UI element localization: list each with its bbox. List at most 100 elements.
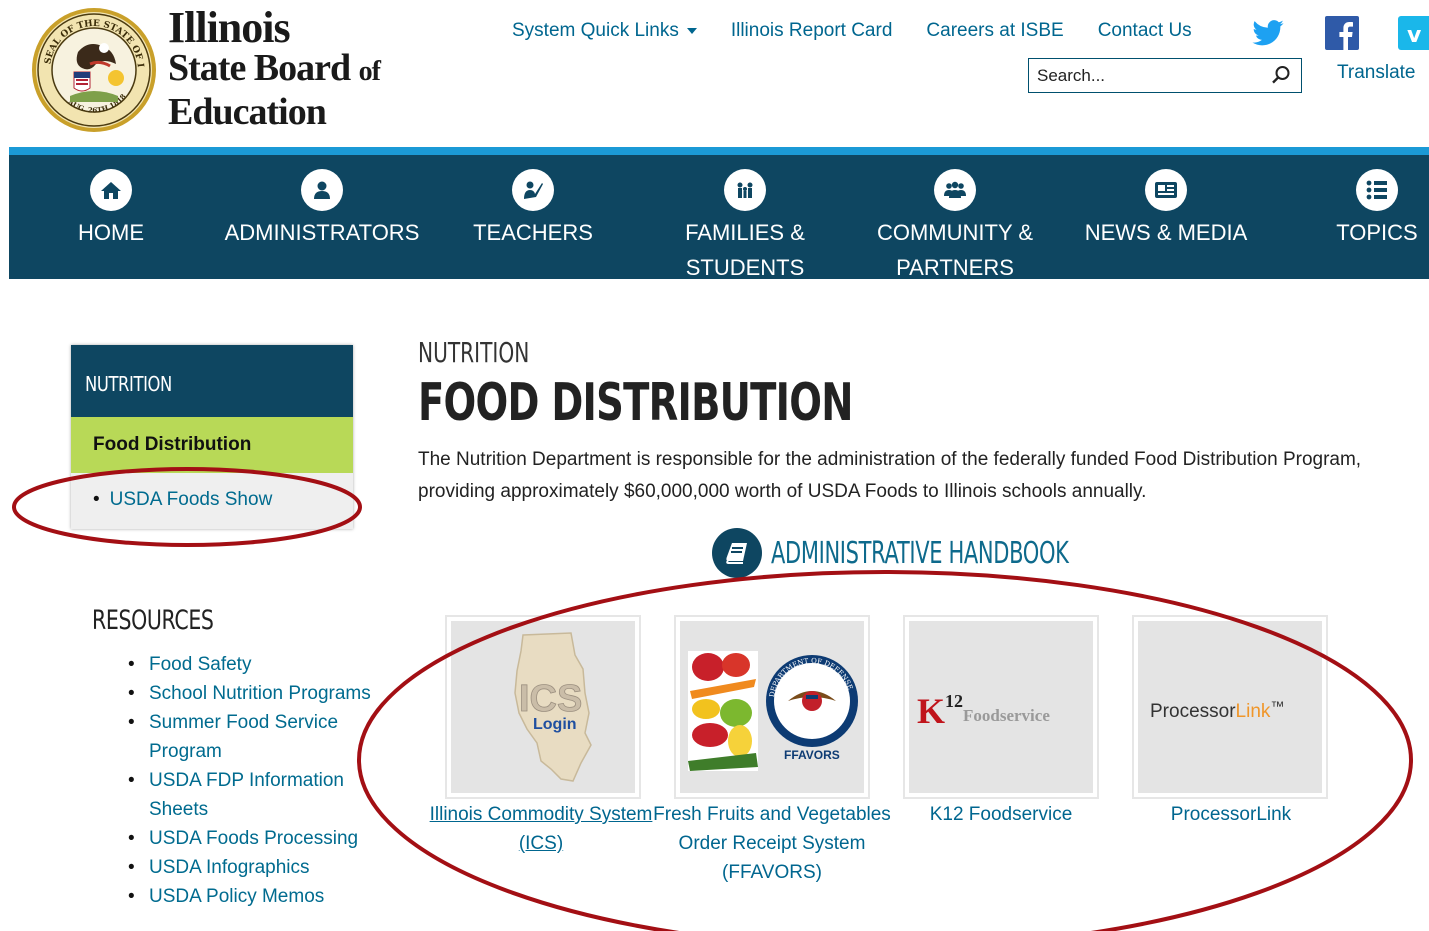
ics-logo-text: ICS: [519, 678, 582, 720]
svg-text:ProcessorLink™: ProcessorLink™: [1150, 698, 1284, 722]
k12-logo-12: 12: [945, 691, 963, 711]
k12-logo-image: K 12 Foodservice: [909, 621, 1093, 793]
system-quick-links-dropdown[interactable]: System Quick Links: [512, 20, 697, 42]
state-seal-logo[interactable]: SEAL OF THE STATE OF ILLINOIS AUG. 26TH …: [30, 6, 158, 134]
nav-accent-stripe: [9, 147, 1429, 155]
svg-text:v: v: [1407, 23, 1422, 48]
ics-login-image: ICS Login: [451, 621, 635, 793]
tile-processorlink[interactable]: ProcessorLink™: [1132, 615, 1328, 799]
newspaper-icon: [1145, 169, 1187, 211]
resources-heading: RESOURCES: [92, 605, 214, 636]
page-title: FOOD DISTRIBUTION: [418, 373, 853, 433]
book-icon: [712, 528, 762, 578]
resource-link-foods-processing[interactable]: USDA Foods Processing: [149, 828, 358, 849]
k12-logo-k: K: [917, 691, 945, 731]
search-box: [1028, 58, 1302, 93]
processorlink-logo-tm: ™: [1270, 698, 1284, 714]
sidebar-heading[interactable]: NUTRITION: [71, 345, 353, 417]
list-item: USDA Infographics: [128, 853, 378, 882]
nav-news-label: NEWS & MEDIA: [1084, 220, 1248, 245]
nav-families-label: FAMILIES &: [685, 220, 805, 245]
list-item: USDA FDP Information Sheets: [128, 766, 378, 824]
tile-caption-ics-label: Illinois Commodity System (ICS): [429, 804, 653, 854]
nav-partners-label: PARTNERS: [896, 255, 1014, 280]
tile-caption-k12[interactable]: K12 Foodservice: [881, 800, 1121, 829]
logo-line-illinois: Illinois: [168, 3, 291, 52]
caret-down-icon: [686, 27, 697, 34]
nav-community-partners[interactable]: COMMUNITY & PARTNERS: [871, 155, 1039, 285]
logo-state-board: State Board: [168, 47, 351, 89]
nav-administrators[interactable]: ADMINISTRATORS: [219, 155, 425, 250]
twitter-icon[interactable]: [1252, 20, 1284, 51]
tile-k12-foodservice[interactable]: K 12 Foodservice: [903, 615, 1099, 799]
logo-line-education: Education: [168, 91, 327, 133]
nav-topics-label: TOPICS: [1336, 220, 1418, 245]
tile-caption-ffavors[interactable]: Fresh Fruits and Vegetables Order Receip…: [652, 800, 892, 887]
careers-link[interactable]: Careers at ISBE: [926, 20, 1063, 42]
logo-line-state-board: State Board of: [168, 47, 381, 92]
nav-students-label: STUDENTS: [685, 255, 805, 280]
k12-logo-foodservice: Foodservice: [963, 706, 1050, 725]
site-logo-text[interactable]: Illinois State Board of Education: [168, 3, 381, 133]
utility-links: System Quick Links Illinois Report Card …: [512, 20, 1226, 42]
section-sidebar: NUTRITION Food Distribution • USDA Foods …: [71, 345, 353, 529]
facebook-icon[interactable]: [1325, 16, 1359, 55]
family-icon: [724, 169, 766, 211]
search-icon[interactable]: [1271, 65, 1291, 85]
sidebar-item-food-distribution[interactable]: Food Distribution: [71, 417, 353, 473]
system-quick-links-label: System Quick Links: [512, 20, 679, 41]
tile-ics[interactable]: ICS Login: [445, 615, 641, 799]
ffavors-logo-text: FFAVORS: [784, 748, 840, 762]
resource-link-food-safety[interactable]: Food Safety: [149, 654, 251, 675]
sidebar-heading-label: NUTRITION: [85, 372, 172, 396]
resource-link-summer-food[interactable]: Summer Food Service Program: [149, 712, 338, 762]
person-icon: [301, 169, 343, 211]
nav-topics[interactable]: TOPICS: [1329, 155, 1425, 250]
nav-teachers[interactable]: TEACHERS: [469, 155, 597, 250]
group-icon: [934, 169, 976, 211]
resources-list: Food Safety School Nutrition Programs Su…: [128, 650, 378, 911]
tile-ffavors[interactable]: DEPARTMENT OF DEFENSE FFAVORS: [674, 615, 870, 799]
logo-of: of: [358, 56, 381, 87]
tile-caption-processorlink[interactable]: ProcessorLink: [1111, 800, 1351, 829]
list-item: Summer Food Service Program: [128, 708, 378, 766]
sidebar-subitem-usda-foods-show: • USDA Foods Show: [71, 473, 353, 511]
bullet: •: [93, 489, 100, 510]
nav-news-media[interactable]: NEWS & MEDIA: [1081, 155, 1251, 250]
intro-paragraph: The Nutrition Department is responsible …: [418, 449, 1362, 502]
resource-link-infographics[interactable]: USDA Infographics: [149, 857, 310, 878]
section-label: NUTRITION: [418, 336, 530, 369]
list-item: USDA Policy Memos: [128, 882, 378, 911]
ics-login-text: Login: [533, 716, 577, 733]
usda-foods-show-link[interactable]: USDA Foods Show: [110, 489, 273, 510]
administrative-handbook-label: ADMINISTRATIVE HANDBOOK: [771, 535, 1069, 571]
nav-home-label: HOME: [78, 220, 144, 245]
teacher-icon: [512, 169, 554, 211]
tile-caption-ics[interactable]: Illinois Commodity System (ICS): [421, 800, 661, 858]
breadcrumb-marker: [80, 275, 84, 279]
list-item: Food Safety: [128, 650, 378, 679]
nav-community-label: COMMUNITY &: [876, 220, 1034, 245]
processorlink-logo-image: ProcessorLink™: [1138, 621, 1322, 793]
processorlink-logo-link: Link: [1236, 701, 1271, 722]
resource-link-policy-memos[interactable]: USDA Policy Memos: [149, 886, 324, 907]
illinois-report-card-link[interactable]: Illinois Report Card: [731, 20, 893, 42]
contact-us-link[interactable]: Contact Us: [1098, 20, 1192, 42]
processorlink-logo-processor: Processor: [1150, 701, 1236, 722]
translate-link[interactable]: Translate: [1337, 62, 1416, 84]
main-navigation: HOME ADMINISTRATORS TEACHERS FAMILIES & …: [9, 155, 1429, 280]
nav-families-students[interactable]: FAMILIES & STUDENTS: [669, 155, 821, 285]
vimeo-icon[interactable]: v: [1398, 16, 1429, 55]
list-item: USDA Foods Processing: [128, 824, 378, 853]
nav-home[interactable]: HOME: [59, 155, 163, 250]
home-icon: [90, 169, 132, 211]
nav-teachers-label: TEACHERS: [473, 220, 593, 245]
ffavors-image: DEPARTMENT OF DEFENSE FFAVORS: [680, 621, 864, 793]
administrative-handbook-link[interactable]: ADMINISTRATIVE HANDBOOK: [712, 528, 1196, 578]
nav-administrators-label: ADMINISTRATORS: [224, 220, 420, 245]
resource-link-school-nutrition[interactable]: School Nutrition Programs: [149, 683, 371, 704]
resource-link-fdp-sheets[interactable]: USDA FDP Information Sheets: [149, 770, 344, 820]
search-input[interactable]: [1037, 65, 1257, 86]
list-icon: [1356, 169, 1398, 211]
list-item: School Nutrition Programs: [128, 679, 378, 708]
